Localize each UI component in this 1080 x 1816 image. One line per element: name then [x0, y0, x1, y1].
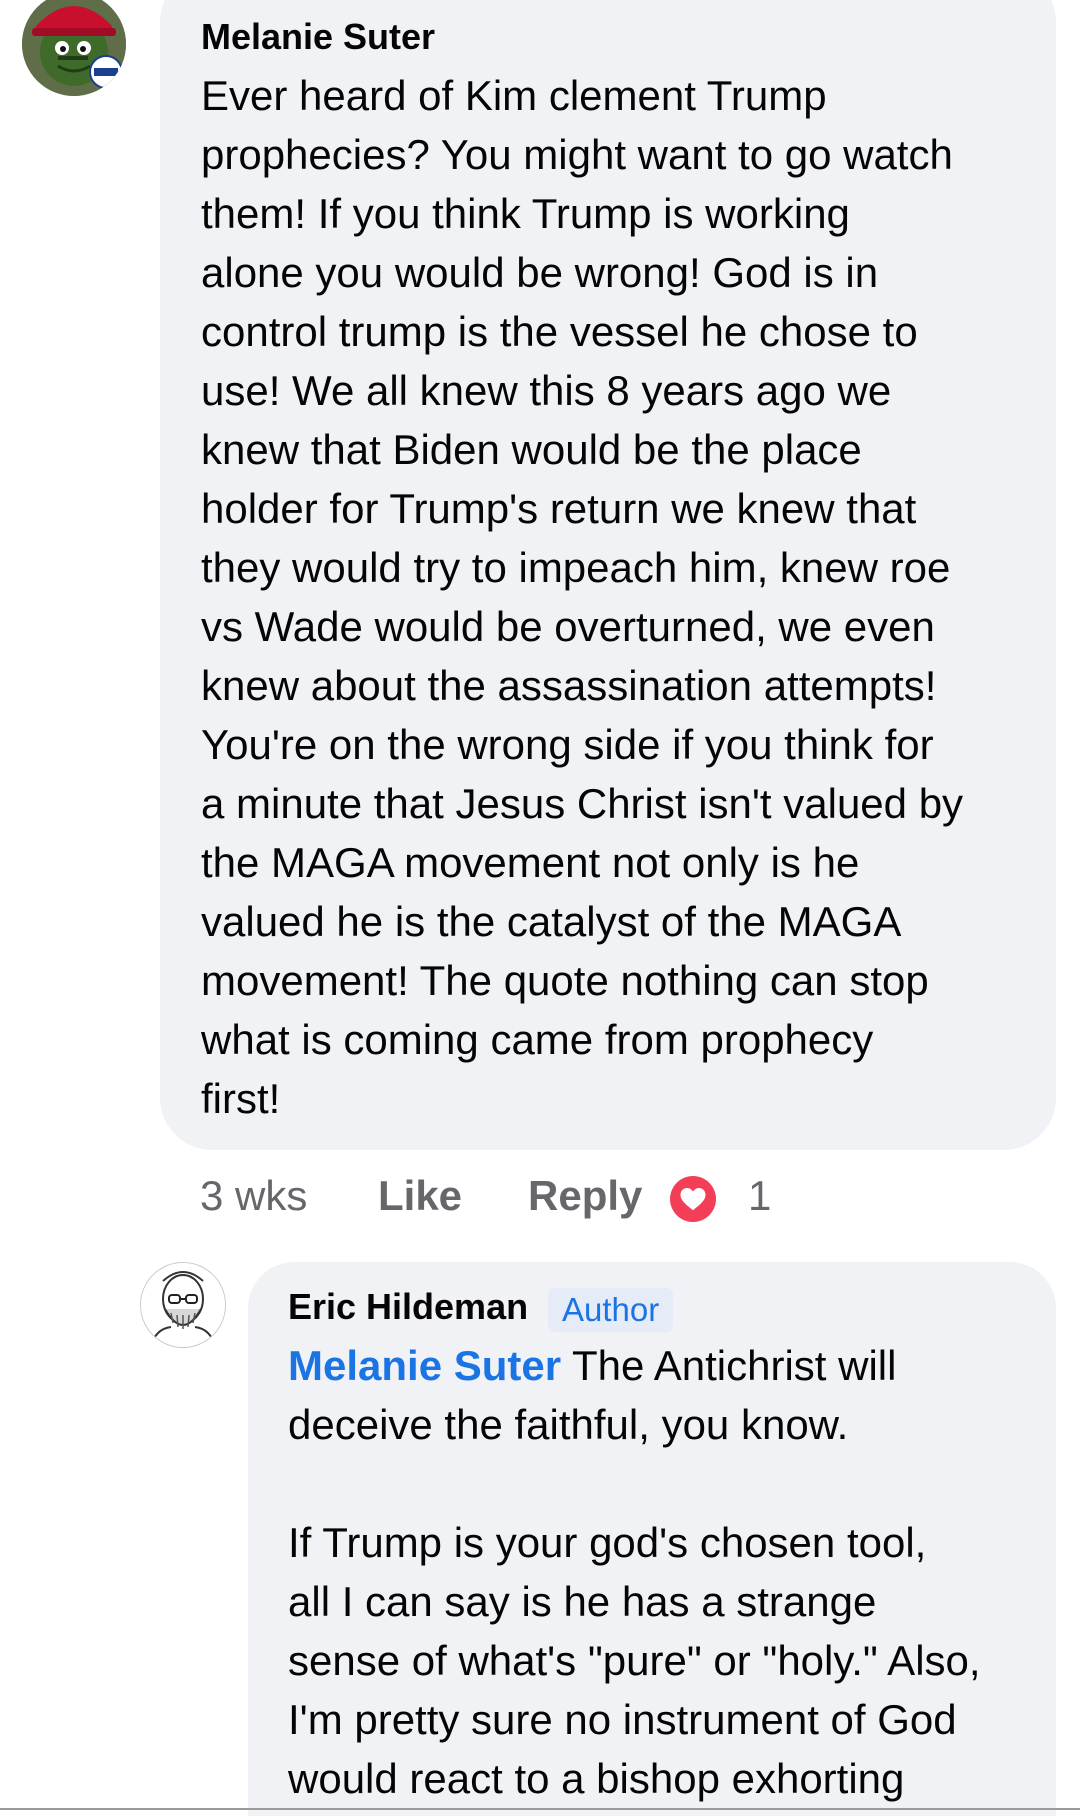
bottom-divider: [0, 1808, 1080, 1810]
comment-text-line: vs Wade would be overturned, we even: [201, 603, 935, 650]
comment-text-line: valued he is the catalyst of the MAGA: [201, 898, 902, 945]
comment-text-line: Ever heard of Kim clement Trump: [201, 72, 827, 119]
comment-text-line: alone you would be wrong! God is in: [201, 249, 879, 296]
comment-text-line: them! If you think Trump is working: [201, 190, 850, 237]
reply-text: Melanie Suter The Antichrist will deceiv…: [288, 1336, 1048, 1808]
comment-text-line: the MAGA movement not only is he: [201, 839, 860, 886]
comment-author-name[interactable]: Melanie Suter: [201, 16, 435, 58]
like-button[interactable]: Like: [378, 1172, 462, 1220]
author-badge: Author: [548, 1288, 674, 1332]
comment-thread: Melanie Suter Ever heard of Kim clement …: [0, 0, 1080, 1816]
comment-text-line: You're on the wrong side if you think fo…: [201, 721, 934, 768]
reply-text-line: [288, 1454, 1048, 1513]
avatar[interactable]: [140, 1262, 226, 1348]
reply-text-fragment: The Antichrist will: [561, 1342, 897, 1389]
reply-author-name[interactable]: Eric Hildeman: [288, 1286, 528, 1328]
comment-text-line: holder for Trump's return we knew that: [201, 485, 917, 532]
comment-text-line: movement! The quote nothing can stop: [201, 957, 929, 1004]
comment-text-line: what is coming came from prophecy: [201, 1016, 874, 1063]
reply-button[interactable]: Reply: [528, 1172, 642, 1220]
comment-text-line: prophecies? You might want to go watch: [201, 131, 953, 178]
comment-text-line: they would try to impeach him, knew roe: [201, 544, 951, 591]
reply-text-line: sense of what's "pure" or "holy." Also,: [288, 1637, 981, 1684]
comment-text: Ever heard of Kim clement Trump propheci…: [201, 66, 1051, 1128]
reply-text-line: Melanie Suter The Antichrist will: [288, 1336, 1048, 1395]
reply-text-line: If Trump is your god's chosen tool,: [288, 1519, 927, 1566]
comment-text-line: knew that Biden would be the place: [201, 426, 862, 473]
comment-text-line: a minute that Jesus Christ isn't valued …: [201, 780, 964, 827]
sketched-bearded-man-avatar: [141, 1263, 225, 1347]
heart-icon: [680, 1188, 706, 1211]
comment-text-line: control trump is the vessel he chose to: [201, 308, 918, 355]
reply-text-line: would react to a bishop exhorting: [288, 1755, 905, 1802]
comment-timestamp[interactable]: 3 wks: [200, 1172, 307, 1220]
avatar[interactable]: [22, 0, 126, 96]
reply-text-line: deceive the faithful, you know.: [288, 1401, 849, 1448]
comment-text-line: first!: [201, 1075, 281, 1122]
comment-text-line: knew about the assassination attempts!: [201, 662, 937, 709]
oscar-grouch-maga-hat-vote-avatar: [22, 0, 126, 96]
reply-text-line: all I can say is he has a strange: [288, 1578, 877, 1625]
comment-text-line: use! We all knew this 8 years ago we: [201, 367, 892, 414]
heart-reaction-icon[interactable]: [670, 1176, 716, 1222]
mention-link[interactable]: Melanie Suter: [288, 1342, 561, 1389]
reaction-count[interactable]: 1: [748, 1172, 771, 1220]
reply-text-line: I'm pretty sure no instrument of God: [288, 1696, 957, 1743]
